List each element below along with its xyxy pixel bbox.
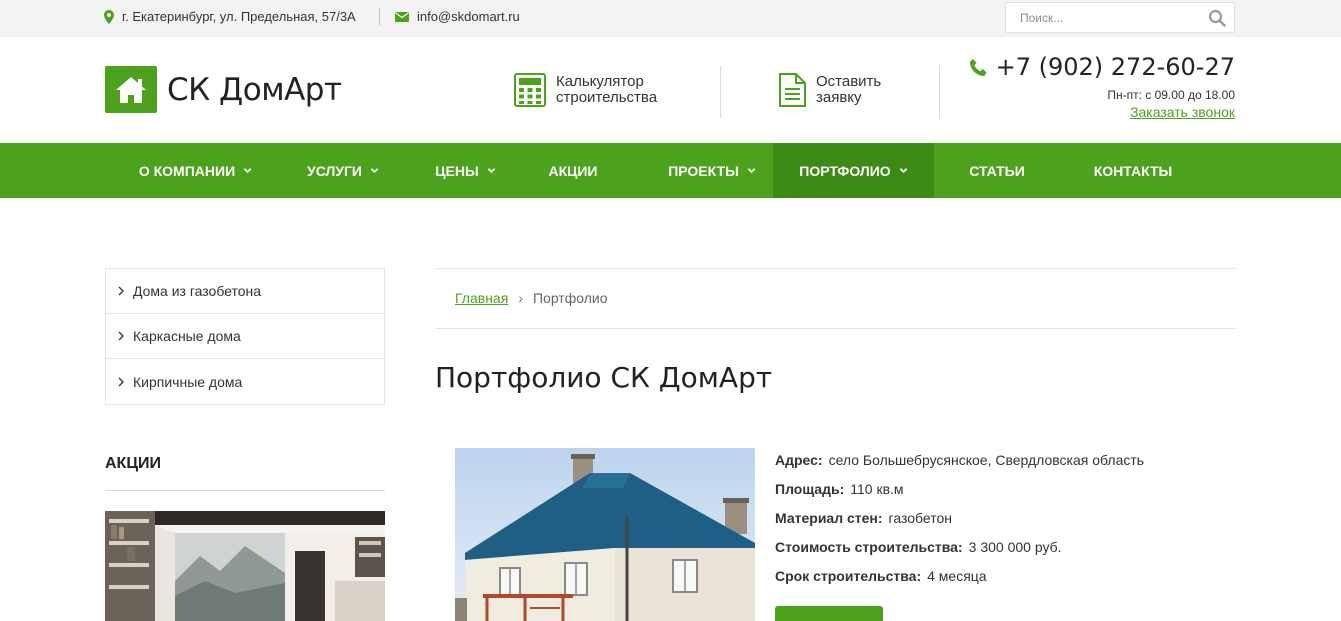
chevron-down-icon: [243, 168, 252, 174]
phone[interactable]: +7 (902) 272-60-27: [969, 53, 1235, 81]
project-area-row: Площадь: 110 кв.м: [775, 481, 904, 497]
category-item-frame[interactable]: Каркасные дома: [106, 314, 384, 359]
house-logo-icon: [105, 66, 157, 113]
leave-request-label: Оставить заявку: [816, 73, 882, 106]
chevron-down-icon: [747, 168, 756, 174]
category-item-brick[interactable]: Кирпичные дома: [106, 359, 384, 404]
phone-number[interactable]: +7 (902) 272-60-27: [996, 53, 1235, 81]
search-box: [1005, 2, 1235, 33]
nav-item-prices[interactable]: ЦЕНЫ: [418, 143, 513, 198]
header-divider: [939, 66, 940, 118]
logo-text: СК ДомАрт: [167, 71, 342, 108]
calculator-label: Калькулятор строительства: [556, 73, 658, 106]
nav-item-services[interactable]: УСЛУГИ: [288, 143, 398, 198]
project-material-row: Материал стен: газобетон: [775, 510, 952, 526]
category-menu: Дома из газобетона Каркасные дома Кирпич…: [105, 268, 385, 405]
email-text[interactable]: info@skdomart.ru: [417, 9, 520, 24]
address-text: г. Екатеринбург, ул. Предельная, 57/3А: [122, 9, 356, 24]
nav-item-projects[interactable]: ПРОЕКТЫ: [652, 143, 772, 198]
nav-item-portfolio[interactable]: ПОРТФОЛИО: [773, 143, 934, 198]
breadcrumb-current: Портфолио: [532, 290, 608, 306]
chevron-right-icon: [118, 377, 124, 386]
project-address-row: Адрес: село Большебрусянское, Свердловска…: [775, 452, 1145, 468]
callback-link[interactable]: Заказать звонок: [1130, 104, 1235, 120]
nav-item-promotions[interactable]: АКЦИИ: [533, 143, 613, 198]
project-details: Адрес: село Большебрусянское, Свердловска…: [775, 452, 1144, 597]
nav-item-articles[interactable]: СТАТЬИ: [954, 143, 1040, 198]
document-icon: [779, 73, 806, 107]
breadcrumb-divider-bottom: [435, 328, 1235, 329]
project-photo[interactable]: [455, 448, 755, 621]
project-details-button[interactable]: [775, 606, 883, 621]
promotions-divider: [105, 490, 385, 491]
category-item-aerated-concrete[interactable]: Дома из газобетона: [106, 269, 384, 314]
nav-item-about[interactable]: О КОМПАНИИ: [123, 143, 268, 198]
phone-icon: [969, 58, 987, 76]
search-input[interactable]: [1006, 3, 1196, 32]
email[interactable]: info@skdomart.ru: [395, 9, 520, 24]
main-nav: О КОМПАНИИ УСЛУГИ ЦЕНЫ АКЦИИ ПРОЕКТЫ ПОР…: [0, 143, 1341, 198]
chevron-down-icon: [899, 168, 907, 174]
breadcrumb-separator: ›: [518, 290, 523, 306]
breadcrumb-divider-top: [435, 268, 1235, 269]
topbar: г. Екатеринбург, ул. Предельная, 57/3А i…: [0, 0, 1341, 37]
working-hours: Пн-пт: с 09.00 до 18.00: [1107, 88, 1235, 102]
leave-request-link[interactable]: Оставить заявку: [778, 73, 881, 107]
breadcrumb: Главная › Портфолио: [455, 290, 607, 306]
project-cost-row: Стоимость строительства: 3 300 000 руб.: [775, 539, 1062, 555]
envelope-icon: [395, 11, 409, 22]
project-duration-row: Срок строительства: 4 месяца: [775, 568, 987, 584]
chevron-down-icon: [487, 168, 495, 174]
topbar-divider: [379, 8, 380, 25]
breadcrumb-home-link[interactable]: Главная: [455, 290, 508, 306]
calculator-icon: [514, 73, 546, 107]
chevron-down-icon: [370, 168, 379, 174]
location-pin-icon: [104, 9, 114, 24]
address: г. Екатеринбург, ул. Предельная, 57/3А: [104, 9, 356, 24]
logo[interactable]: СК ДомАрт: [105, 66, 342, 113]
search-icon[interactable]: [1208, 9, 1226, 27]
chevron-right-icon: [118, 286, 124, 296]
nav-item-contacts[interactable]: КОНТАКТЫ: [1082, 143, 1184, 198]
promotion-image[interactable]: [105, 511, 385, 621]
page-title: Портфолио СК ДомАрт: [435, 361, 773, 394]
promotions-heading: АКЦИИ: [105, 455, 162, 472]
calculator-link[interactable]: Калькулятор строительства: [514, 73, 657, 107]
chevron-right-icon: [118, 331, 124, 341]
header-divider: [720, 66, 721, 118]
